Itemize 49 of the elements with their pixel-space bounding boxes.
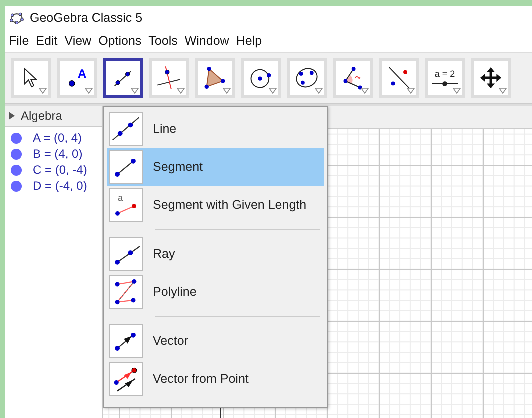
menu-item[interactable]: Options bbox=[98, 34, 142, 48]
menu-item[interactable]: View bbox=[64, 34, 92, 48]
object-definition[interactable]: D = (-4, 0) bbox=[33, 179, 88, 193]
reflect-about-line-icon bbox=[386, 65, 412, 91]
four-way-arrow-icon bbox=[478, 65, 504, 91]
menu-item[interactable]: File bbox=[9, 34, 30, 48]
menu-item[interactable]: Tools bbox=[148, 34, 178, 48]
visibility-dot[interactable] bbox=[11, 180, 22, 192]
dropdown-triangle-icon bbox=[453, 88, 461, 94]
visibility-dot[interactable] bbox=[11, 148, 22, 160]
dropdown-triangle-icon bbox=[131, 88, 139, 94]
dropdown-triangle-icon bbox=[499, 88, 507, 94]
dropdown-triangle-icon bbox=[85, 88, 93, 94]
collapse-triangle-icon[interactable] bbox=[9, 112, 15, 120]
menu-item[interactable]: Help bbox=[236, 34, 262, 48]
dropdown-triangle-icon bbox=[315, 88, 323, 94]
perpendicular-line-icon bbox=[156, 65, 182, 91]
visibility-dot[interactable] bbox=[11, 164, 22, 176]
menu-item[interactable]: Edit bbox=[36, 34, 58, 48]
triangle-icon bbox=[202, 65, 228, 91]
object-definition[interactable]: C = (0, -4) bbox=[33, 163, 88, 177]
icon-letter: a bbox=[118, 194, 124, 202]
menu-option[interactable]: a Segment with Given Length bbox=[107, 186, 324, 224]
menu-option[interactable]: Ray bbox=[107, 235, 324, 273]
object-definition[interactable]: A = (0, 4) bbox=[33, 131, 82, 145]
dropdown-triangle-icon bbox=[269, 88, 277, 94]
dropdown-triangle-icon bbox=[223, 88, 231, 94]
ellipse-icon bbox=[294, 65, 320, 91]
menu-option[interactable]: Line bbox=[107, 110, 324, 148]
menu-option[interactable]: Segment bbox=[107, 148, 324, 186]
slider-label: a = 2 bbox=[434, 69, 456, 79]
menu-option[interactable]: Vector bbox=[107, 322, 324, 360]
tool-button[interactable]: A bbox=[57, 58, 97, 98]
menu-option[interactable]: Polyline bbox=[107, 273, 324, 311]
dropdown-triangle-icon bbox=[361, 88, 369, 94]
tool-button[interactable] bbox=[103, 58, 143, 98]
object-definition[interactable]: B = (4, 0) bbox=[33, 147, 83, 161]
slider-icon bbox=[431, 81, 459, 87]
panel-title: Algebra bbox=[21, 109, 62, 123]
visibility-dot[interactable] bbox=[11, 132, 22, 144]
dropdown-triangle-icon bbox=[177, 88, 185, 94]
window-title: GeoGebra Classic 5 bbox=[30, 11, 143, 25]
menu-item[interactable]: Window bbox=[184, 34, 230, 48]
dropdown-triangle-icon bbox=[39, 88, 47, 94]
tool-button[interactable]: a = 2 bbox=[425, 58, 465, 98]
segment-icon bbox=[115, 202, 137, 216]
menu-option[interactable]: Vector from Point bbox=[107, 360, 324, 398]
dropdown-triangle-icon bbox=[407, 88, 415, 94]
app-logo-icon bbox=[10, 11, 24, 25]
